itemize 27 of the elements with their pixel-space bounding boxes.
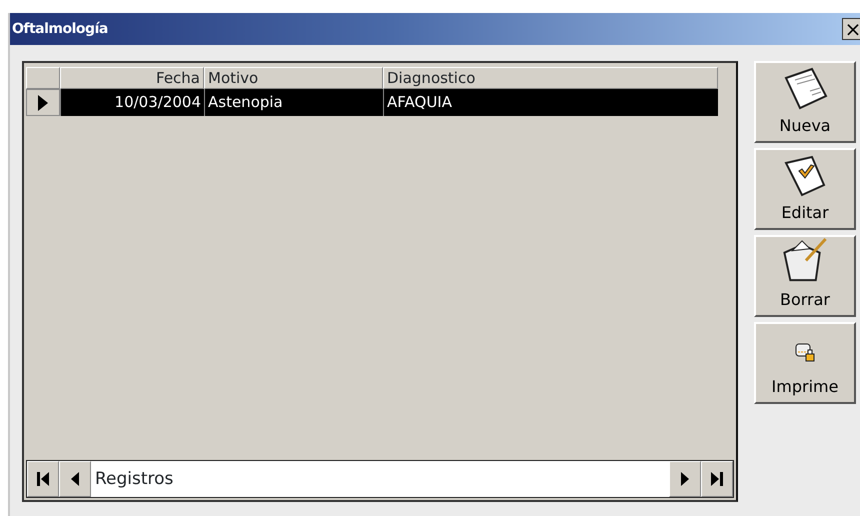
print-button[interactable]: Imprime [754,322,856,404]
first-record-button[interactable] [27,461,59,497]
checkmark-document-icon [782,153,828,199]
column-header[interactable]: Fecha [60,67,204,89]
document-icon [782,66,828,112]
first-icon [36,471,50,487]
previous-icon [70,471,80,487]
edit-button[interactable]: Editar [754,148,856,230]
next-record-button[interactable] [669,461,701,497]
current-row-icon [37,94,49,112]
column-header[interactable]: Diagnostico [383,67,718,89]
printer-icon [794,341,816,363]
last-icon [710,471,724,487]
row-selector-header [26,67,60,89]
close-button[interactable]: × [842,18,860,40]
row-selector[interactable] [26,89,60,116]
navigator-label: Registros [94,468,174,491]
previous-record-button[interactable] [59,461,91,497]
last-record-button[interactable] [701,461,733,497]
next-icon [680,471,690,487]
new-button[interactable]: Nueva [754,61,856,143]
table-cell: AFAQUIA [383,89,718,116]
column-header[interactable]: Motivo [204,67,383,89]
delete-button[interactable]: Borrar [754,235,856,317]
table-cell: Astenopia [204,89,383,116]
table-cell: 10/03/2004 [60,89,204,116]
window-title: Oftalmología [12,20,108,38]
